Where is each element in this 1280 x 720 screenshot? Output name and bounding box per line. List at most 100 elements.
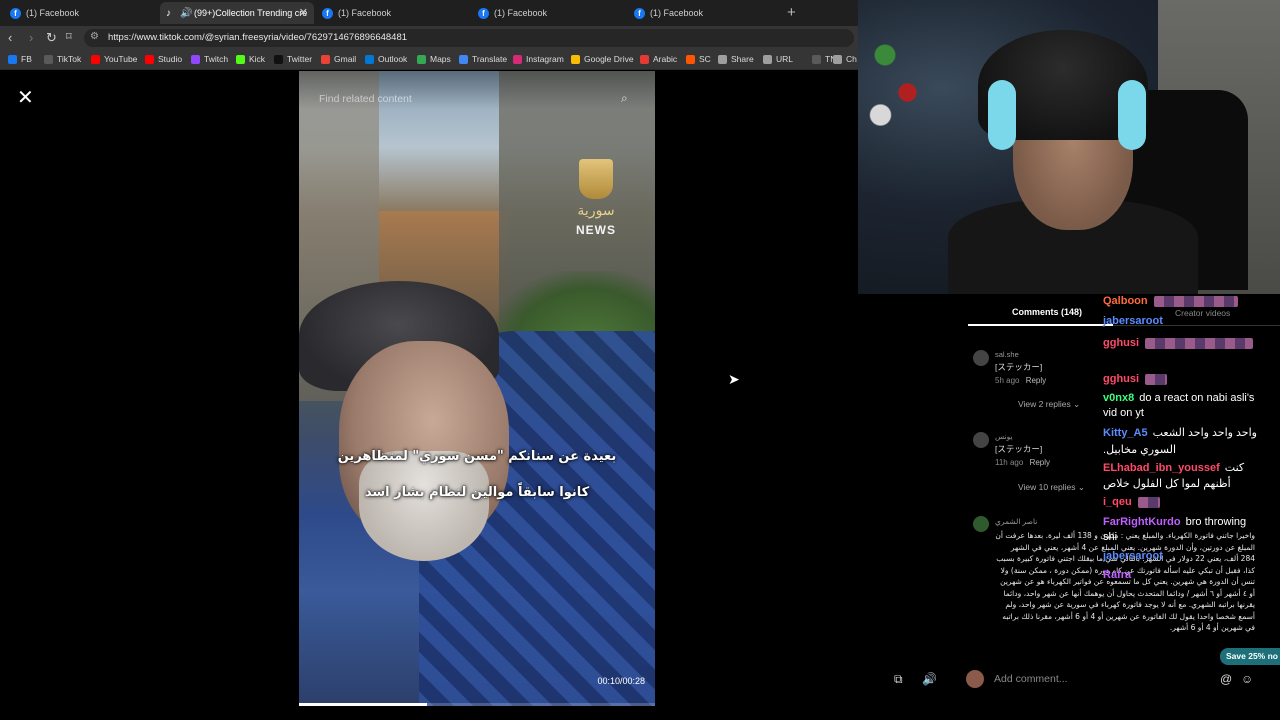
bookmark-icon	[640, 54, 649, 64]
video-progress-bar[interactable]	[299, 703, 655, 706]
browser-tab-facebook-3[interactable]: f (1) Facebook	[472, 2, 624, 24]
chat-username: jabersaroot	[1103, 550, 1163, 562]
active-tab-indicator	[968, 324, 1113, 326]
chat-message: gghusi	[1103, 373, 1168, 386]
bookmark-icon	[236, 54, 245, 64]
bookmark-label: Ch	[846, 54, 857, 64]
save-banner[interactable]: Save 25% no	[1220, 648, 1280, 665]
comments-panel: Comments (148) Creator videos sal.she [ス…	[858, 294, 1280, 720]
view-replies-button[interactable]: View 10 replies ⌄	[1018, 482, 1085, 493]
bookmark-twitch[interactable]: Twitch	[191, 54, 228, 64]
bookmark-icon	[763, 54, 772, 64]
bookmark-google-drive[interactable]: Google Drive	[571, 54, 634, 64]
bookmark-icon	[274, 54, 283, 64]
add-comment-bar: ⧉ 🔊 Add comment... @ ☺	[858, 664, 1280, 694]
bookmark-ch[interactable]: Ch	[833, 54, 857, 64]
close-tab-icon[interactable]: ✕	[299, 6, 308, 19]
bookmark-label: Twitch	[204, 54, 229, 64]
new-tab-button[interactable]: +	[787, 4, 796, 21]
reply-button[interactable]: Reply	[1026, 376, 1046, 385]
tiktok-icon: ♪	[166, 7, 171, 19]
bookmark-label: FB	[21, 54, 32, 64]
logo-arabic-text: سورية	[577, 203, 615, 219]
bookmark-icon	[8, 54, 17, 64]
avatar[interactable]	[973, 350, 989, 366]
comment-username[interactable]: sal.she	[995, 350, 1046, 359]
chat-message: Kitty_A5 واحد واحد واحد الشعب	[1103, 427, 1257, 440]
url-field[interactable]: ⚙ https://www.tiktok.com/@syrian.freesyr…	[84, 29, 854, 47]
bookmark-gmail[interactable]: Gmail	[321, 54, 356, 64]
bookmark-kick[interactable]: Kick	[236, 54, 265, 64]
chat-text: bro throwing	[1185, 516, 1247, 528]
avatar[interactable]	[973, 432, 989, 448]
search-bar[interactable]: Find related content ⌕	[299, 71, 655, 109]
video-player[interactable]: Find related content ⌕ سورية NEWS بعيدة …	[299, 71, 655, 706]
volume-icon[interactable]: 🔊	[922, 672, 937, 686]
add-comment-input[interactable]: Add comment...	[994, 673, 1068, 685]
logo-emblem-icon	[579, 159, 613, 199]
bookmark-outlook[interactable]: Outlook	[365, 54, 407, 64]
comment-age: 11h ago	[995, 458, 1024, 467]
back-icon[interactable]: ‹	[8, 30, 12, 45]
bookmark-fb[interactable]: FB	[8, 54, 32, 64]
chat-username: Kitty_A5	[1103, 427, 1148, 439]
emoji-icon[interactable]: ☺	[1241, 672, 1253, 686]
bookmark-label: Share	[731, 54, 754, 64]
chat-username: i_qeu	[1103, 496, 1132, 508]
bookmark-url[interactable]: URL	[763, 54, 793, 64]
view-replies-button[interactable]: View 2 replies ⌄	[1018, 399, 1080, 410]
comment-username[interactable]: يونس	[995, 432, 1050, 441]
bookmark-icon	[191, 54, 200, 64]
speaker-icon: 🔊	[180, 7, 193, 19]
bookmark-icon	[513, 54, 522, 64]
browser-tab-facebook-2[interactable]: f (1) Facebook	[316, 2, 468, 24]
chat-message: i_qeu	[1103, 496, 1160, 509]
mention-icon[interactable]: @	[1220, 672, 1232, 686]
bookmark-sc[interactable]: SC	[686, 54, 711, 64]
search-input[interactable]: Find related content	[319, 93, 412, 105]
chat-username: v0nx8	[1103, 392, 1135, 404]
chat-emote-icon	[1145, 337, 1254, 349]
tab-strip: f (1) Facebook ♪ 🔊 (99+)Collection Trend…	[0, 0, 858, 26]
mouse-cursor-icon: ➤	[728, 371, 740, 387]
reload-icon[interactable]: ↻	[46, 30, 57, 46]
bookmark-icon[interactable]: ⌑	[66, 30, 72, 43]
chat-text: do a react on nabi asli's	[1139, 392, 1255, 404]
tab-label: (99+)Collection Trending cre	[194, 8, 308, 18]
headphones-icon	[988, 80, 1016, 150]
chat-message: Qalboon	[1103, 295, 1238, 308]
search-icon[interactable]: ⌕	[621, 91, 628, 106]
browser-tab-facebook-1[interactable]: f (1) Facebook	[4, 2, 156, 24]
creator-videos-tab[interactable]: Creator videos	[1175, 308, 1230, 318]
chat-message: FarRightKurdo bro throwing	[1103, 516, 1246, 529]
avatar	[966, 670, 984, 688]
bookmark-icon	[459, 54, 468, 64]
comment-item: sal.she [ステッカー] 5h ago Reply	[995, 350, 1046, 385]
bookmark-translate[interactable]: Translate	[459, 54, 507, 64]
picture-in-picture-icon[interactable]: ⧉	[894, 672, 903, 687]
reply-button[interactable]: Reply	[1030, 458, 1050, 467]
comment-text: [ステッカー]	[995, 444, 1043, 454]
bookmark-icon	[833, 54, 842, 64]
bookmark-youtube[interactable]: YouTube	[91, 54, 137, 64]
browser-tab-facebook-4[interactable]: f (1) Facebook	[628, 2, 780, 24]
bookmark-tiktok[interactable]: TikTok	[44, 54, 81, 64]
comments-tab[interactable]: Comments (148)	[1012, 307, 1082, 317]
bookmark-twitter[interactable]: Twitter	[274, 54, 312, 64]
tab-label: (1) Facebook	[26, 8, 80, 18]
comment-username[interactable]: ناصر الشمري	[995, 517, 1037, 526]
avatar[interactable]	[973, 516, 989, 532]
bookmark-studio[interactable]: Studio	[145, 54, 182, 64]
video-scene-beard	[359, 451, 489, 561]
site-info-icon[interactable]: ⚙	[90, 31, 99, 42]
bookmark-instagram[interactable]: Instagram	[513, 54, 564, 64]
browser-tab-tiktok[interactable]: ♪ 🔊 (99+)Collection Trending cre ✕	[160, 2, 314, 24]
close-icon[interactable]: ✕	[17, 88, 34, 108]
bookmark-maps[interactable]: Maps	[417, 54, 451, 64]
comment-item: يونس [ステッカー] 11h ago Reply	[995, 432, 1050, 467]
bookmark-share[interactable]: Share	[718, 54, 754, 64]
chat-message: Rafra	[1103, 569, 1131, 582]
bookmark-label: SC	[699, 54, 711, 64]
bookmark-arabic[interactable]: Arabic	[640, 54, 677, 64]
forward-icon[interactable]: ›	[29, 30, 33, 45]
